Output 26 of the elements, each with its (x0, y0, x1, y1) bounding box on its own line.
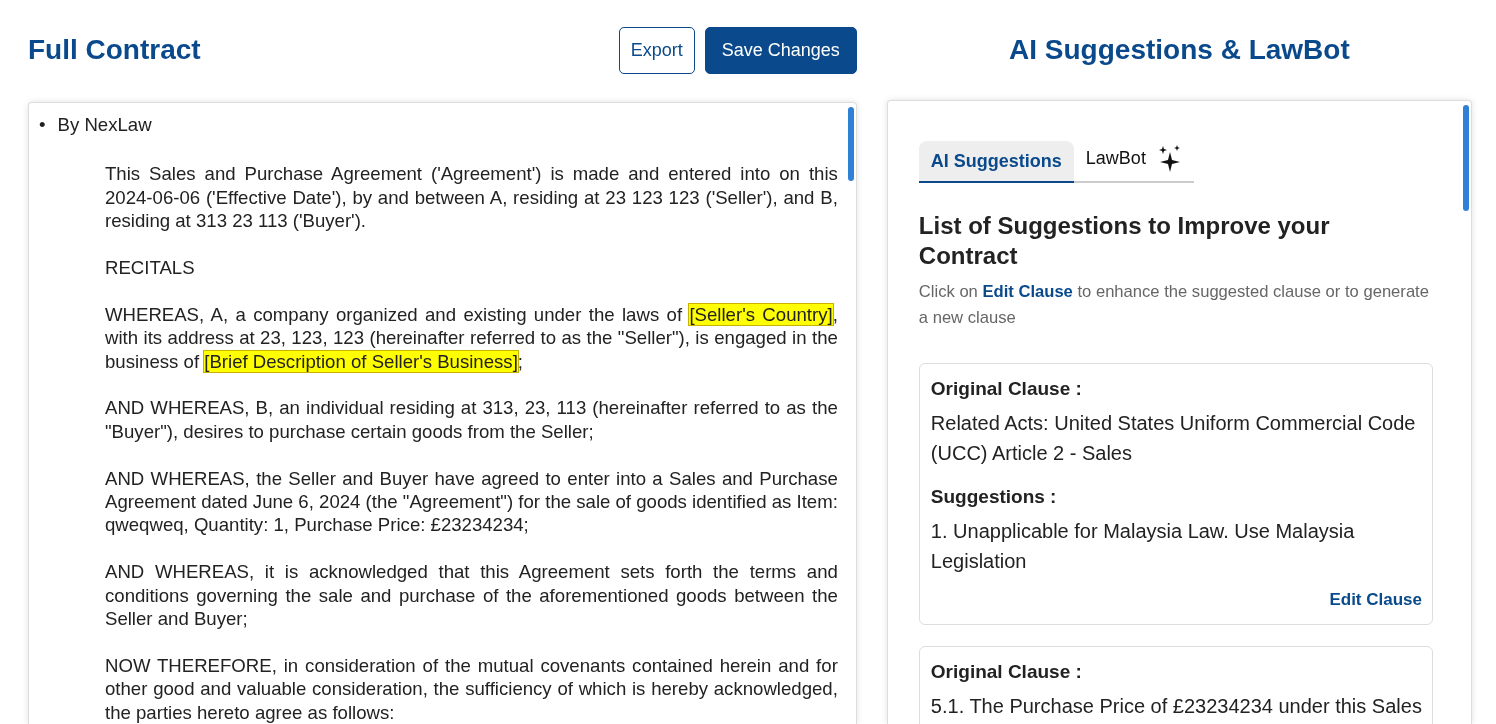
contract-paragraph: This Sales and Purchase Agreement ('Agreement') is made and entered into on this 2024-06-06 ('Effective Date'), by and between A, residing at 23 123 123 ('Seller'), and B, residing at 313 23 113 ('Buyer'). (105, 162, 838, 233)
bullet-dot: • (39, 113, 46, 137)
card-label: Original Clause : (930, 377, 1083, 401)
suggestion-text: 1. Unapplicable for Malaysia Law. Use Malaysia Legislation (930, 519, 1356, 574)
save-button[interactable]: Save Changes (704, 26, 857, 74)
tab[interactable]: LawBot (1073, 134, 1194, 183)
contract-paragraph: NOW THEREFORE, in consideration of the mutual covenants contained herein and for other good and valuable consideration, the sufficiency of which is hereby acknowledged, the parties hereto agree as follows: (105, 653, 838, 724)
card-label: Suggestions : (930, 485, 1058, 509)
contract-title: Full Contract (28, 34, 202, 66)
scrollbar-thumb[interactable] (1463, 105, 1469, 211)
panel-title: AI Suggestions & LawBot (1009, 34, 1350, 66)
contract-paragraph: AND WHEREAS, B, an individual residing at 313, 23, 113 (hereinafter referred to as the "Buyer"), desires to purchase certain goods from the Seller; (105, 396, 838, 444)
edit-clause-link[interactable]: Edit Clause (1329, 590, 1422, 610)
card-label: Original Clause : (930, 660, 1083, 684)
export-button[interactable]: Export (618, 26, 695, 74)
contract-paragraph: AND WHEREAS, it is acknowledged that this Agreement sets forth the terms and conditions governing the sale and purchase of the aforementioned goods between the Seller and Buyer; (105, 560, 838, 631)
scrollbar-thumb[interactable] (847, 107, 854, 181)
contract-paragraph: RECITALS (105, 256, 196, 280)
bullet-text: By NexLaw (57, 113, 152, 137)
suggestions-heading: List of Suggestions to Improve your Contract (918, 211, 1331, 271)
clause-text: Related Acts: United States Uniform Commercial Code (UCC) Article 2 - Sales (930, 411, 1417, 466)
instruction-text: Click on Edit Clause to enhance the suggested clause or to generate a new clause (918, 281, 1430, 329)
tab[interactable]: AI Suggestions (918, 141, 1074, 183)
clause-text: 5.1. The Purchase Price of £23234234 under this Sales (930, 694, 1422, 719)
contract-paragraph: WHEREAS, A, a company organized and existing under the laws of [Seller's Country], with its address at 23, 123, 123 (hereinafter referred to as the "Seller"), is engaged in the business of [Brief Description of Seller's Business]; (105, 302, 838, 374)
contract-paragraph: AND WHEREAS, the Seller and Buyer have agreed to enter into a Sales and Purchase Agreement dated June 6, 2024 (the "Agreement") for the sale of goods identified as Item: qweqweq, Quantity: 1, Purchase Price: £23234234; (105, 466, 838, 537)
